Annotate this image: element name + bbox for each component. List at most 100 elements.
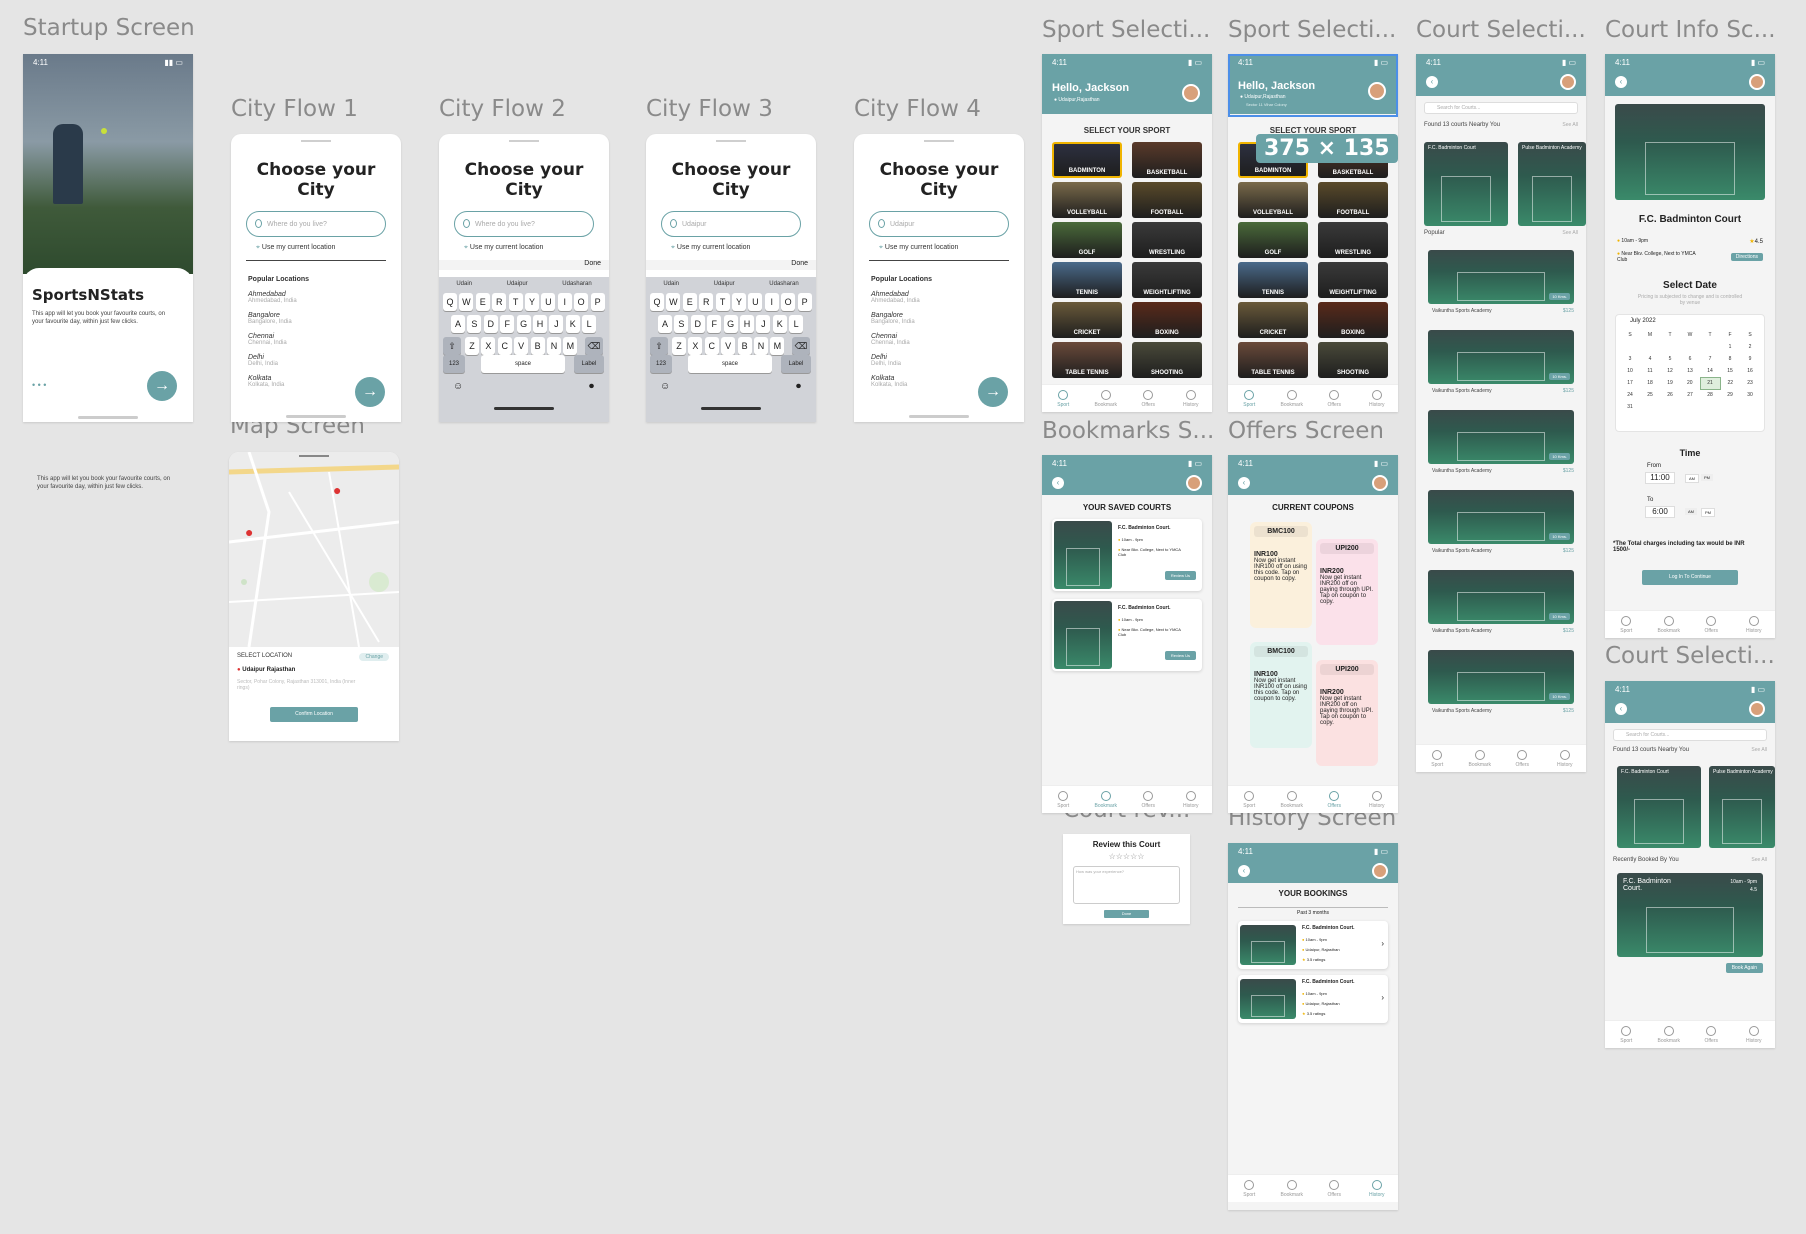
tab-history[interactable]: History [1362,389,1392,408]
sport-tile-table-tennis[interactable]: TABLE TENNIS [1052,342,1122,378]
city-search-input[interactable]: Where do you live? [246,211,386,237]
calendar-day[interactable]: 6 [1680,353,1700,365]
change-button[interactable]: Change [359,653,389,661]
key-l[interactable]: L [789,315,804,333]
key-g[interactable]: G [723,315,738,333]
calendar-day[interactable]: 28 [1700,389,1720,401]
tab-bookmark[interactable]: Bookmark [1091,790,1121,809]
key-w[interactable]: W [459,293,474,311]
location-item[interactable]: Delhi [248,354,309,361]
court-search-input[interactable]: Search for Courts... [1424,102,1578,114]
calendar-day[interactable]: 18 [1640,377,1660,389]
key-v[interactable]: V [721,337,736,355]
next-button[interactable]: → [355,377,385,407]
court-list-image[interactable]: 10 Kms. [1428,650,1574,704]
see-all-link[interactable]: See All [1751,747,1767,753]
calendar-day[interactable]: 15 [1720,365,1740,377]
tab-bookmark[interactable]: Bookmark [1277,790,1307,809]
sport-tile-tennis[interactable]: TENNIS [1052,262,1122,298]
calendar-day[interactable]: 1 [1720,341,1740,353]
key-m[interactable]: M [770,337,785,355]
court-list-image[interactable]: 10 Kms. [1428,570,1574,624]
tab-bookmark[interactable]: Bookmark [1654,615,1684,634]
tab-history[interactable]: History [1176,389,1206,408]
suggestion[interactable]: Udaipur [507,281,528,287]
tab-offers[interactable]: Offers [1696,615,1726,634]
tab-offers[interactable]: Offers [1696,1025,1726,1044]
key-p[interactable]: P [590,293,605,311]
tab-bookmark[interactable]: Bookmark [1654,1025,1684,1044]
key-o[interactable]: O [574,293,589,311]
review-button[interactable]: Review Us [1164,571,1196,580]
location-item[interactable]: Bangalore [871,312,932,319]
sport-tile-boxing[interactable]: BOXING [1318,302,1388,338]
calendar-day[interactable]: 5 [1660,353,1680,365]
tab-sport[interactable]: Sport [1234,389,1264,408]
tab-sport[interactable]: Sport [1048,389,1078,408]
calendar-day[interactable]: 29 [1720,389,1740,401]
key-q[interactable]: Q [443,293,457,311]
tab-sport[interactable]: Sport [1234,1179,1264,1198]
back-icon[interactable]: ‹ [1238,477,1250,489]
calendar-day[interactable]: 19 [1660,377,1680,389]
calendar-day[interactable]: 12 [1660,365,1680,377]
tab-offers[interactable]: Offers [1133,790,1163,809]
sport-tile-tennis[interactable]: TENNIS [1238,262,1308,298]
to-pm-toggle[interactable]: PM [1701,508,1715,517]
key-f[interactable]: F [500,315,515,333]
location-item[interactable]: Chennai [248,333,309,340]
calendar-day[interactable]: 22 [1720,377,1740,389]
calendar-day[interactable]: 26 [1660,389,1680,401]
microphone-icon[interactable]: ⏺ [589,381,594,392]
sport-tile-shooting[interactable]: SHOOTING [1318,342,1388,378]
calendar-day[interactable]: 11 [1640,365,1660,377]
tab-offers[interactable]: Offers [1319,389,1349,408]
key-g[interactable]: G [516,315,531,333]
key-j[interactable]: J [549,315,564,333]
calendar-day[interactable]: 23 [1740,377,1760,389]
avatar[interactable] [1186,475,1202,491]
tab-sport[interactable]: Sport [1611,1025,1641,1044]
coupon-card[interactable]: UPI200 INR200 Now get instant INR200 off… [1316,660,1378,766]
key-t[interactable]: T [508,293,523,311]
sport-tile-volleyball[interactable]: VOLLEYBALL [1052,182,1122,218]
chevron-right-icon[interactable]: › [1381,993,1384,1002]
sport-tile-golf[interactable]: GOLF [1238,222,1308,258]
shift-key-icon[interactable]: ⇧ [443,337,461,355]
tab-sport[interactable]: Sport [1611,615,1641,634]
key-d[interactable]: D [690,315,705,333]
suggestion[interactable]: Udaipur [714,281,735,287]
calendar-day[interactable]: 27 [1680,389,1700,401]
key-y[interactable]: Y [525,293,539,311]
use-location-link[interactable]: ⌖ Use my current location [256,244,335,252]
back-icon[interactable]: ‹ [1238,865,1250,877]
tab-sport[interactable]: Sport [1234,790,1264,809]
saved-court-card[interactable]: F.C. Badminton Court. ● 10am - 9pm ● Nea… [1052,519,1202,591]
emoji-icon[interactable]: ☺ [660,381,670,392]
calendar-day[interactable]: 7 [1700,353,1720,365]
sport-tile-shooting[interactable]: SHOOTING [1132,342,1202,378]
key-e[interactable]: E [682,293,697,311]
key-c[interactable]: C [497,337,512,355]
key-t[interactable]: T [715,293,730,311]
tab-history[interactable]: History [1362,790,1392,809]
map-pin-icon[interactable]: ● [245,524,253,540]
key-w[interactable]: W [666,293,681,311]
tab-bookmark[interactable]: Bookmark [1277,389,1307,408]
map-view[interactable]: ● ● [229,452,399,648]
coupon-card[interactable]: BMC100 INR100 Now get instant INR100 off… [1250,642,1312,748]
tab-history[interactable]: History [1176,790,1206,809]
key-h[interactable]: H [740,315,754,333]
numbers-key[interactable]: 123 [443,355,465,373]
review-button[interactable]: Review Us [1164,651,1196,660]
sport-tile-weightlifting[interactable]: WEIGHTLIFTING [1132,262,1202,298]
see-all-link[interactable]: See All [1562,230,1578,236]
coupon-card[interactable]: UPI200 INR200 Now get instant INR200 off… [1316,539,1378,645]
key-n[interactable]: N [547,337,561,355]
to-time-input[interactable]: 6:00 [1645,506,1675,518]
location-item[interactable]: Kolkata [871,375,932,382]
suggestion[interactable]: Udain [456,281,472,287]
tab-history[interactable]: History [1739,615,1769,634]
star-rating-input[interactable]: ☆☆☆☆☆ [1063,852,1190,861]
avatar[interactable] [1560,74,1576,90]
